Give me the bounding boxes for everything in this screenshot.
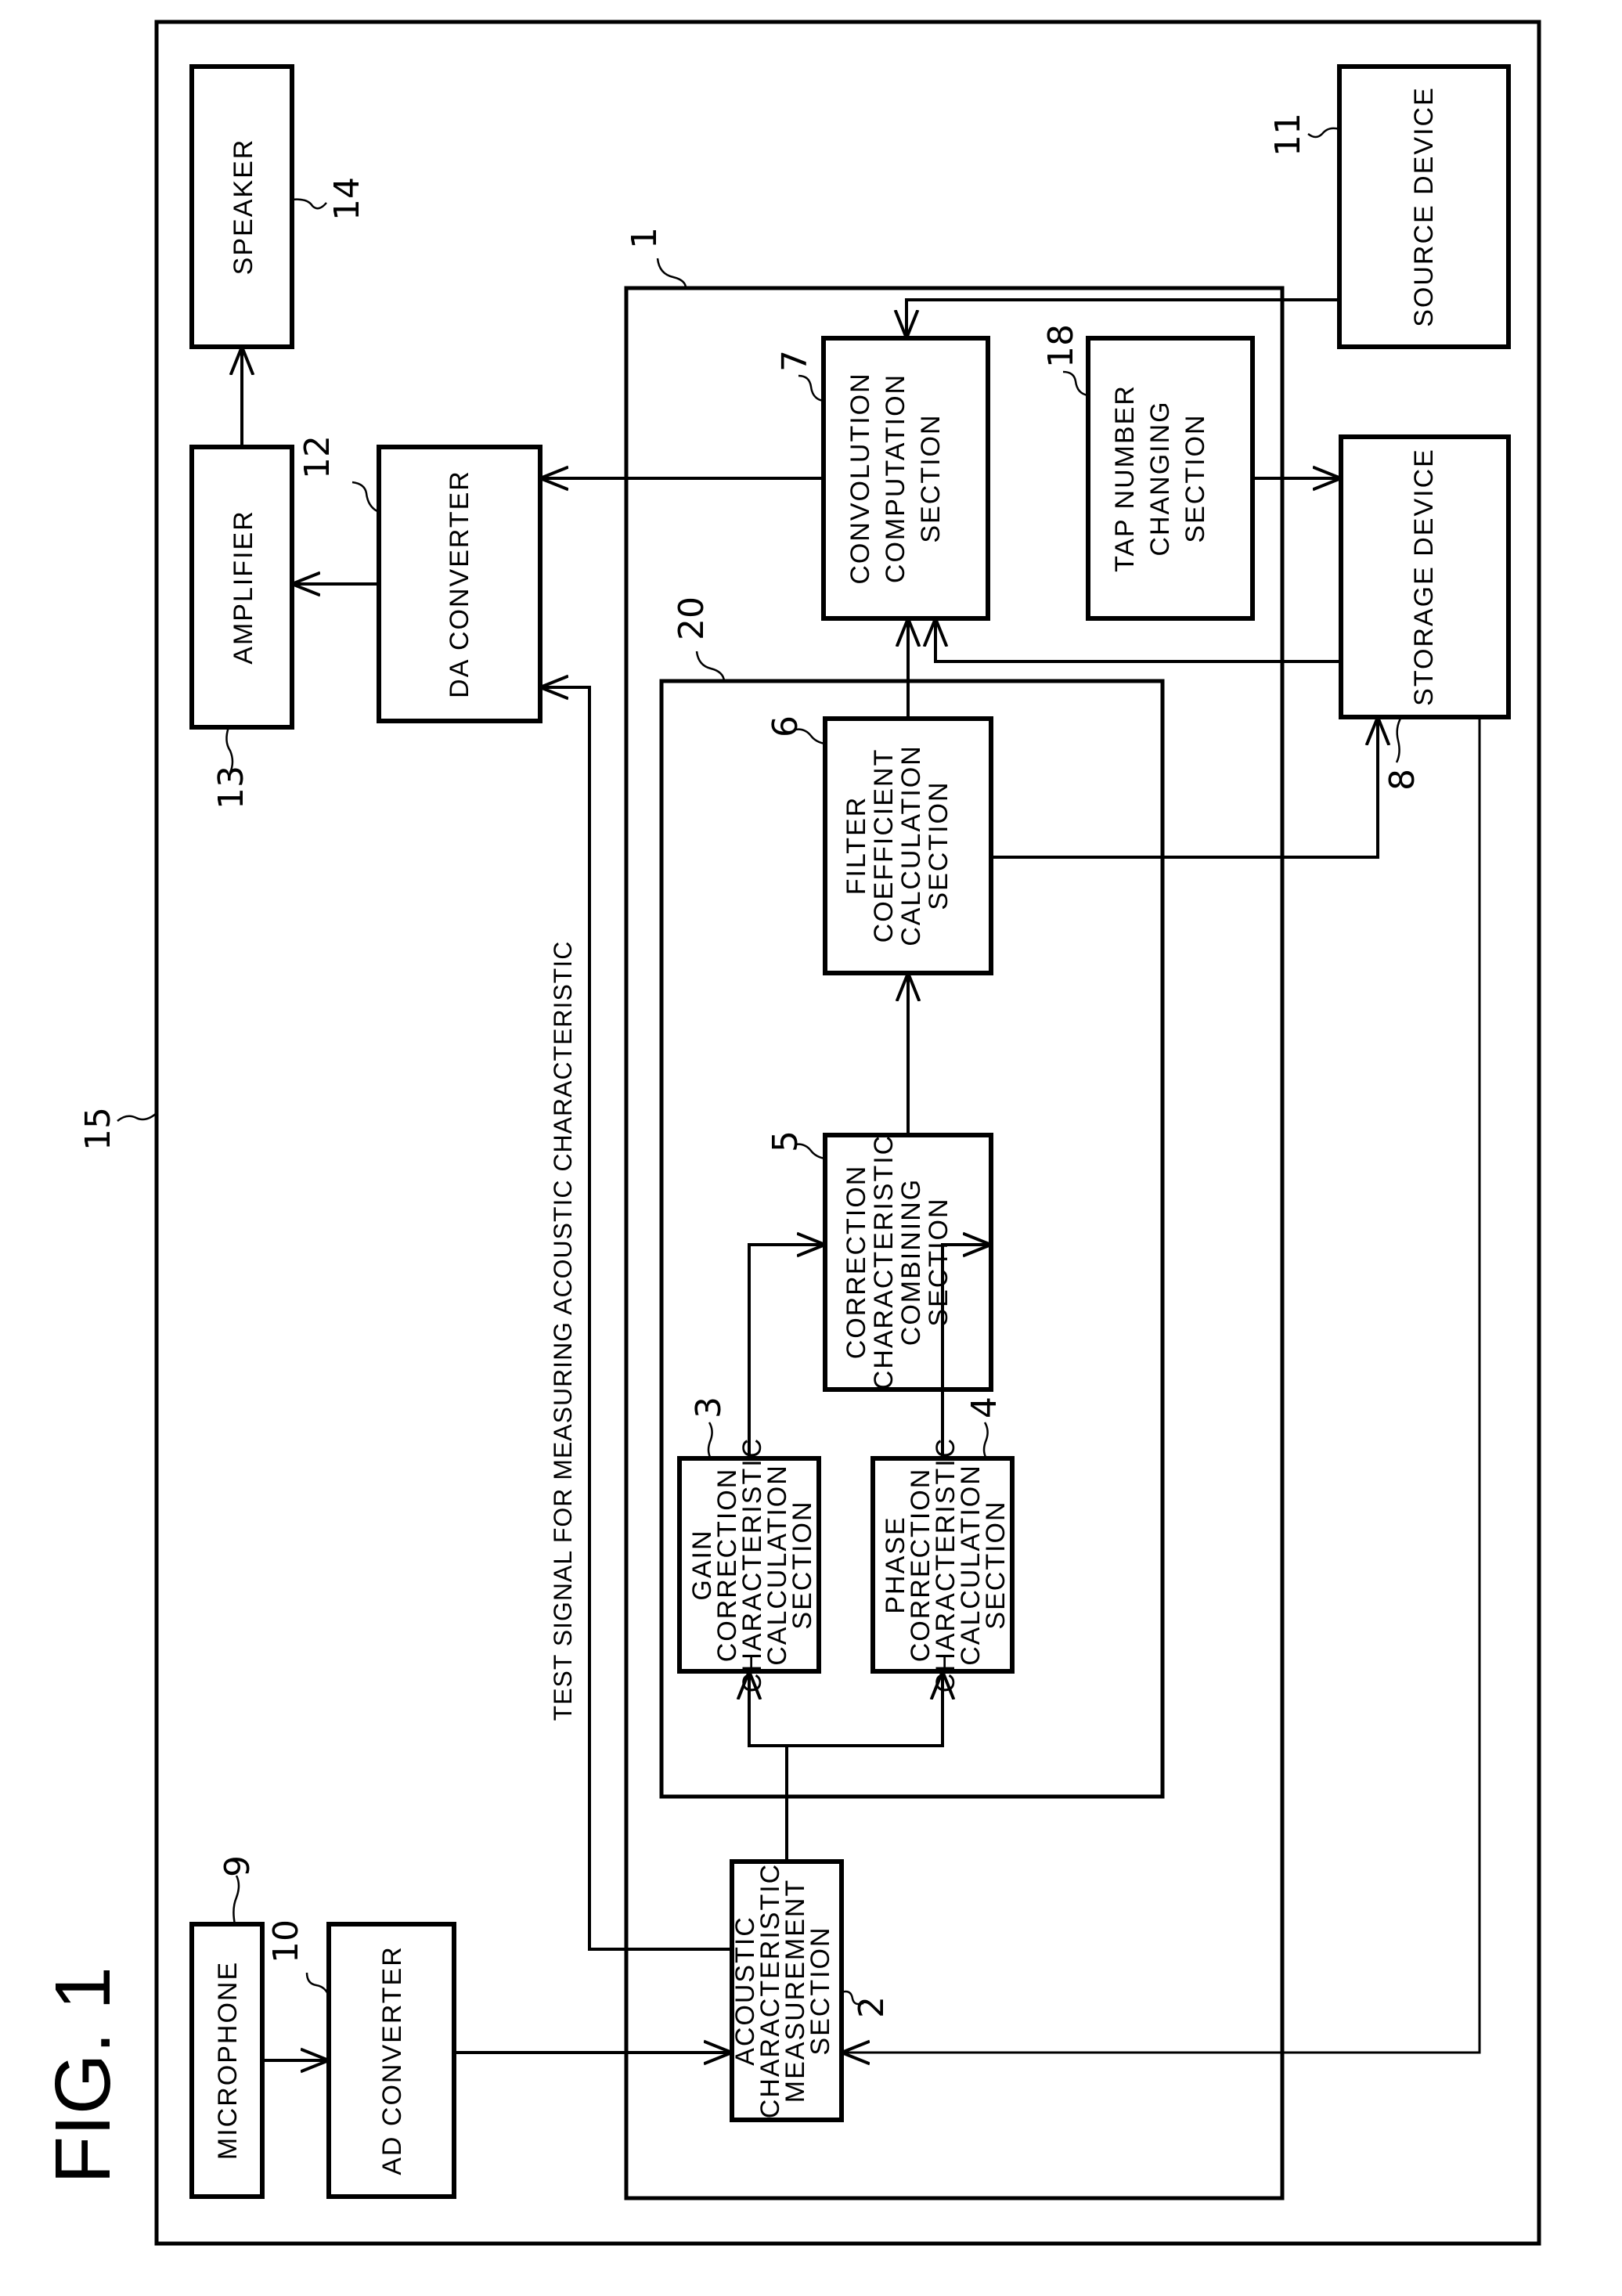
ref-label-18: 18 [1041,324,1081,368]
gain-correction-block[interactable]: GAIN CORRECTION CHARACTERISTIC CALCULATI… [677,1437,821,1692]
leader-15 [117,1112,157,1122]
leader-12 [351,481,380,514]
tap-number-label-line-1: TAP NUMBER [1110,384,1140,572]
ref-label-5: 5 [766,1130,806,1152]
filter-coefficient-label-line-4: SECTION [924,780,953,910]
ref-label-11: 11 [1268,113,1308,157]
ref-label-4: 4 [964,1397,1004,1418]
ref-label-15: 15 [78,1107,118,1151]
wire-source-to-convolution [907,298,1339,338]
tap-number-label-line-3: SECTION [1180,413,1210,542]
test-signal-label: TEST SIGNAL FOR MEASURING ACOUSTIC CHARA… [549,941,577,1721]
storage-device-block[interactable]: STORAGE DEVICE [1339,434,1511,719]
ref-label-10: 10 [266,1919,306,1963]
phase-correction-block[interactable]: PHASE CORRECTION CHARACTERISTIC CALCULAT… [870,1437,1015,1692]
ref-label-9: 9 [218,1855,258,1877]
tap-number-label-line-2: CHANGING [1145,400,1175,556]
leader-18 [1062,370,1089,397]
correction-combining-label-line-4: SECTION [924,1197,953,1326]
wire-storage-to-convolution [935,618,1341,663]
phase-correction-label-line-5: SECTION [981,1500,1011,1629]
filter-coefficient-block[interactable]: FILTER COEFFICIENT CALCULATION SECTION [823,716,993,975]
amplifier-label: AMPLIFIER [229,510,258,664]
leader-4 [982,1422,989,1459]
leader-9 [232,1875,240,1925]
leader-10 [305,1972,330,1997]
convolution-label-line-1: CONVOLUTION [845,372,875,584]
figure-title: FIG. 1 [39,1966,127,2184]
leader-14 [291,198,327,210]
microphone-block[interactable]: MICROPHONE [189,1922,265,2199]
ref-label-3: 3 [689,1397,729,1418]
ref-label-8: 8 [1382,769,1422,791]
ref-label-12: 12 [297,435,337,479]
leader-20 [695,651,726,682]
da-converter-label: DA CONVERTER [445,470,474,698]
block-diagram: FIG. 1 15 1 20 SPEAKER 14 AMPLIFIER 13 D… [39,20,1541,2246]
amplifier-block[interactable]: AMPLIFIER [189,445,294,730]
ref-label-20: 20 [672,597,712,640]
filter-coefficient-label-line-3: CALCULATION [896,744,926,946]
correction-combining-label-line-2: CHARACTERISTIC [869,1134,899,1389]
correction-combining-label-line-3: COMBINING [896,1178,926,1346]
da-converter-block[interactable]: DA CONVERTER [377,445,542,723]
filter-coefficient-label-line-2: COEFFICIENT [869,748,899,943]
ref-label-1: 1 [625,227,665,249]
speaker-label: SPEAKER [229,139,258,276]
ad-converter-label: AD CONVERTER [377,1945,407,2175]
wire-gain-to-combining [748,1245,825,1458]
gain-correction-label-line-5: SECTION [788,1500,817,1629]
acoustic-measurement-block[interactable]: ACOUSTIC CHARACTERISTIC MEASUREMENT SECT… [730,1859,844,2122]
convolution-label-line-3: SECTION [916,413,946,542]
acoustic-measurement-label-line-4: SECTION [806,1926,835,2055]
correction-combining-block[interactable]: CORRECTION CHARACTERISTIC COMBINING SECT… [823,1133,993,1392]
leader-11 [1307,127,1340,139]
ref-label-7: 7 [775,350,815,372]
storage-device-label: STORAGE DEVICE [1409,448,1439,706]
microphone-label: MICROPHONE [213,1961,243,2160]
leader-7 [798,374,824,402]
leader-8 [1395,716,1403,763]
speaker-block[interactable]: SPEAKER [189,64,294,349]
convolution-block[interactable]: CONVOLUTION COMPUTATION SECTION [821,336,990,621]
ref-label-14: 14 [327,177,367,221]
wire-acoustic-to-gain [749,1671,788,1862]
filter-coefficient-label-line-1: FILTER [842,796,871,896]
ad-converter-block[interactable]: AD CONVERTER [326,1922,456,2199]
ref-label-2: 2 [852,1996,892,2018]
wire-filter-to-storage [991,717,1378,859]
tap-number-block[interactable]: TAP NUMBER CHANGING SECTION [1086,336,1255,621]
source-device-label: SOURCE DEVICE [1409,86,1439,327]
correction-combining-label-line-1: CORRECTION [842,1165,871,1360]
source-device-block[interactable]: SOURCE DEVICE [1337,64,1511,349]
leader-3 [707,1422,713,1459]
ref-label-6: 6 [766,715,806,737]
convolution-label-line-2: COMPUTATION [881,373,910,583]
leader-1 [656,258,687,289]
ref-label-13: 13 [211,766,251,809]
wire-acoustic-to-phase [785,1671,943,1862]
